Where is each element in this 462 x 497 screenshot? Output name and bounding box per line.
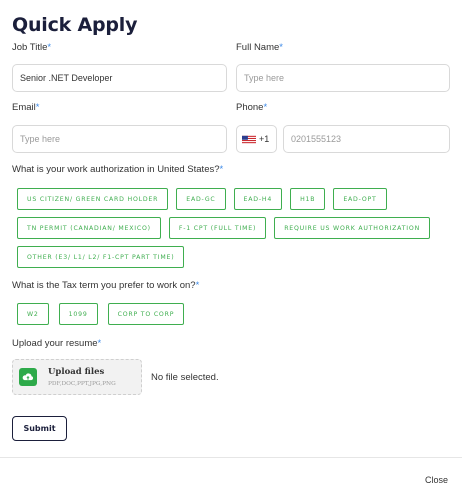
us-flag-icon (242, 135, 256, 143)
full-name-input[interactable] (236, 64, 450, 92)
required-marker: * (219, 164, 224, 175)
file-status: No file selected. (151, 372, 219, 383)
work-auth-option-us-citizen[interactable]: US CITIZEN/ GREEN CARD HOLDER (17, 188, 169, 210)
work-auth-question-text: What is your work authorization in Unite… (12, 164, 220, 175)
job-title-label-text: Job Title (12, 42, 48, 53)
work-auth-option-tn-permit[interactable]: TN PERMIT (CANADIAN/ MEXICO) (17, 217, 161, 239)
country-code-select[interactable]: +1 (236, 125, 277, 153)
work-auth-option-h1b[interactable]: H1B (290, 188, 326, 210)
page-title: Quick Apply (12, 14, 138, 36)
tax-term-option-w2[interactable]: W2 (17, 303, 49, 325)
resume-label: Upload your resume* (12, 338, 101, 349)
work-auth-option-require-auth[interactable]: REQUIRE US WORK AUTHORIZATION (274, 217, 431, 239)
work-auth-option-ead-opt[interactable]: EAD-OPT (333, 188, 387, 210)
job-title-label: Job Title* (12, 42, 51, 53)
cloud-upload-icon (19, 368, 37, 386)
footer-divider (0, 457, 462, 458)
tax-term-option-c2c[interactable]: CORP TO CORP (107, 303, 185, 325)
upload-title: Upload files (48, 367, 105, 377)
required-marker: * (279, 42, 283, 53)
work-auth-question: What is your work authorization in Unite… (12, 164, 223, 175)
work-auth-option-f1-cpt[interactable]: F-1 CPT (FULL TIME) (168, 217, 267, 239)
required-marker: * (263, 102, 268, 113)
work-auth-option-ead-gc[interactable]: EAD-GC (176, 188, 226, 210)
email-label-text: Email (12, 102, 36, 113)
work-auth-options: US CITIZEN/ GREEN CARD HOLDER EAD-GC EAD… (17, 188, 457, 268)
work-auth-option-ead-h4[interactable]: EAD-H4 (233, 188, 283, 210)
tax-term-question: What is the Tax term you prefer to work … (12, 280, 199, 291)
cloud-upload-glyph (22, 373, 34, 381)
phone-label-text: Phone (236, 102, 264, 113)
phone-label: Phone* (236, 102, 267, 113)
upload-files-button[interactable]: Upload files PDF,DOC,PPT,JPG,PNG (12, 359, 142, 395)
required-marker: * (35, 102, 40, 113)
tax-term-option-1099[interactable]: 1099 (58, 303, 98, 325)
dial-code: +1 (259, 134, 270, 144)
required-marker: * (47, 42, 52, 53)
tax-term-question-text: What is the Tax term you prefer to work … (12, 280, 196, 291)
job-title-input[interactable] (12, 64, 227, 92)
close-button[interactable]: Close (425, 475, 448, 485)
tax-term-options: W2 1099 CORP TO CORP (17, 303, 185, 325)
required-marker: * (195, 280, 200, 291)
quick-apply-modal: Quick Apply Job Title* Full Name* Email*… (0, 0, 462, 497)
required-marker: * (97, 338, 102, 349)
full-name-label-text: Full Name (236, 42, 280, 53)
resume-label-text: Upload your resume (12, 338, 98, 349)
upload-formats: PDF,DOC,PPT,JPG,PNG (48, 381, 116, 387)
full-name-label: Full Name* (236, 42, 283, 53)
email-label: Email* (12, 102, 39, 113)
submit-button[interactable]: Submit (12, 416, 67, 441)
phone-input[interactable] (283, 125, 450, 153)
email-input[interactable] (12, 125, 227, 153)
work-auth-option-other[interactable]: OTHER (E3/ L1/ L2/ F1-CPT PART TIME) (17, 246, 185, 268)
